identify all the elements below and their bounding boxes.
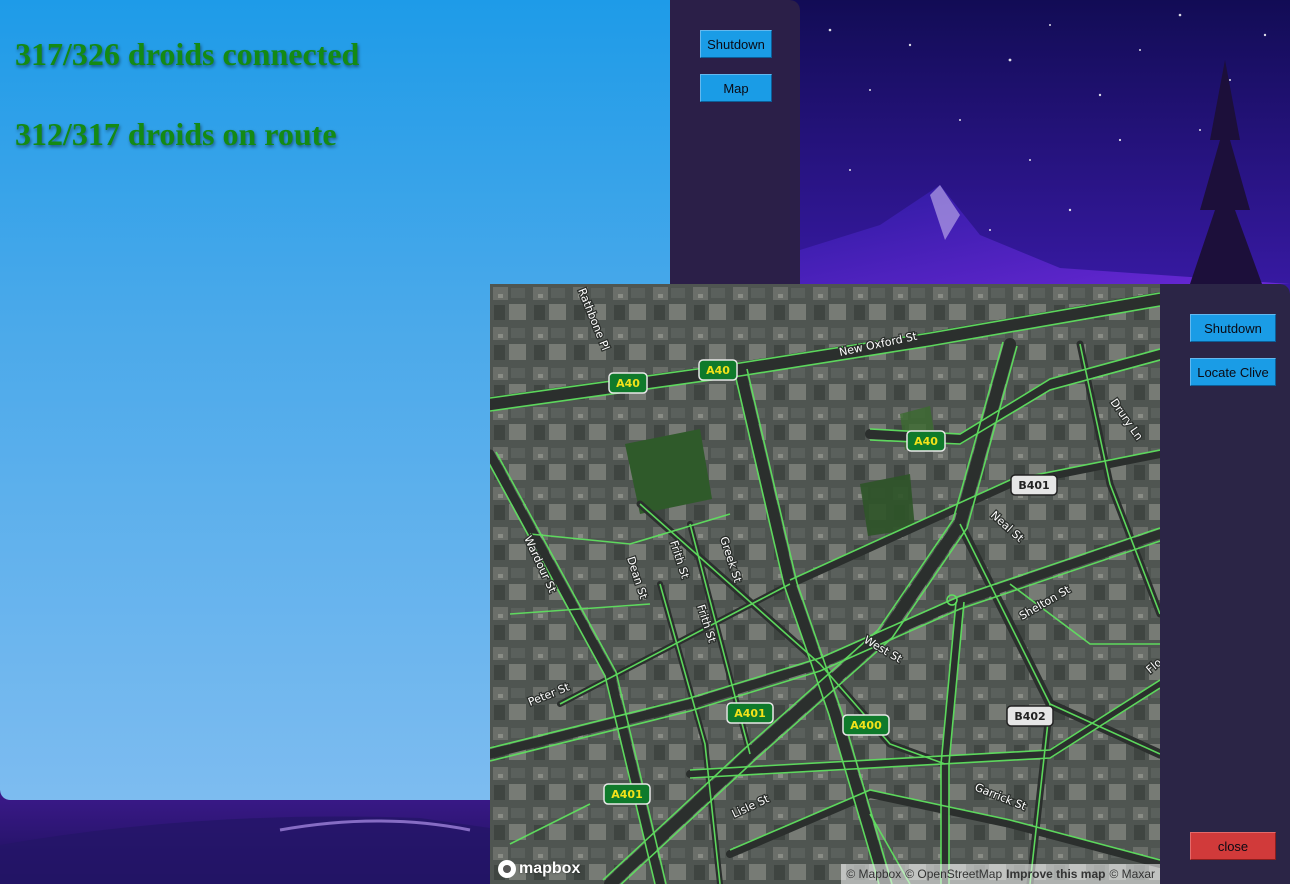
- svg-text:A401: A401: [611, 788, 642, 801]
- svg-text:A40: A40: [616, 377, 640, 390]
- svg-text:A400: A400: [850, 719, 882, 732]
- road-shield-a400: A400: [842, 714, 890, 736]
- map-sidebar: Shutdown Locate Clive close: [1160, 284, 1290, 884]
- svg-text:B402: B402: [1014, 710, 1045, 723]
- road-shield-b401: B401: [1010, 474, 1058, 496]
- locate-clive-button[interactable]: Locate Clive: [1190, 358, 1276, 386]
- mapbox-logo-icon: [498, 860, 516, 878]
- svg-text:B401: B401: [1018, 479, 1049, 492]
- close-button[interactable]: close: [1190, 832, 1276, 860]
- road-shield-a401: A401: [726, 702, 774, 724]
- mapbox-logo[interactable]: mapbox: [498, 860, 580, 878]
- attribution-mapbox-link[interactable]: © Mapbox: [846, 867, 901, 881]
- shutdown-button[interactable]: Shutdown: [700, 30, 772, 58]
- satellite-map[interactable]: A40 A40 A40 B401 A401 A400 B402 A401 New…: [490, 284, 1160, 884]
- mapbox-logo-text: mapbox: [519, 860, 581, 877]
- road-shield-a40: A40: [608, 372, 648, 394]
- attribution-maxar-link[interactable]: © Maxar: [1109, 867, 1155, 881]
- map-shutdown-button[interactable]: Shutdown: [1190, 314, 1276, 342]
- attribution-osm-link[interactable]: © OpenStreetMap: [905, 867, 1002, 881]
- road-shield-b402: B402: [1006, 705, 1054, 727]
- road-shield-a40: A40: [906, 430, 946, 452]
- map-window: A40 A40 A40 B401 A401 A400 B402 A401 New…: [490, 284, 1290, 884]
- map-attribution: © Mapbox © OpenStreetMap Improve this ma…: [841, 864, 1160, 884]
- road-shield-a401: A401: [603, 783, 651, 805]
- road-shield-a40: A40: [698, 359, 738, 381]
- droids-connected-text: 317/326 droids connected: [15, 36, 360, 72]
- map-button[interactable]: Map: [700, 74, 772, 102]
- improve-map-link[interactable]: Improve this map: [1006, 867, 1105, 881]
- svg-text:A40: A40: [706, 364, 730, 377]
- svg-text:A401: A401: [734, 707, 765, 720]
- droids-on-route-text: 312/317 droids on route: [15, 116, 337, 152]
- svg-text:A40: A40: [914, 435, 938, 448]
